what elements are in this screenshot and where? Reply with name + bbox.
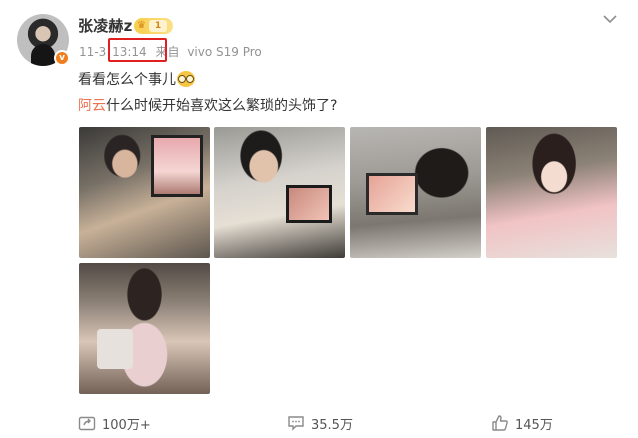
photo-thumbnail-4[interactable] [486, 127, 617, 258]
glasses-emoji-icon [177, 71, 195, 87]
thumbs-up-icon [491, 414, 509, 432]
post-text: 看看怎么个事儿 [78, 72, 176, 88]
crown-icon: ♛ [137, 20, 146, 31]
comment-count: 35.5万 [311, 417, 353, 433]
author-name[interactable]: 张凌赫z [78, 15, 133, 36]
repost-count: 100万+ [102, 417, 151, 433]
post-device: vivo S19 Pro [187, 45, 262, 59]
chevron-down-icon[interactable] [601, 10, 619, 28]
photo-thumbnail-3[interactable] [350, 127, 481, 258]
repost-button[interactable]: 100万+ [78, 412, 151, 434]
post-text-rest: 什么时候开始喜欢这么繁琐的头饰了? [106, 98, 338, 114]
like-button[interactable]: 145万 [491, 412, 553, 434]
time-highlight-box [108, 38, 167, 62]
verified-badge: v [54, 50, 70, 66]
photo-thumbnail-5[interactable] [79, 263, 210, 394]
post-date[interactable]: 11-3 [79, 45, 106, 59]
vip-badge[interactable]: ♛ 1 [134, 18, 173, 34]
post-text-line-2: 阿云什么时候开始喜欢这么繁琐的头饰了? [78, 95, 337, 115]
vip-level: 1 [148, 20, 167, 32]
comment-icon [287, 414, 305, 432]
share-icon [78, 414, 96, 432]
post-text-line-1: 看看怎么个事儿 [78, 69, 195, 89]
comment-button[interactable]: 35.5万 [287, 412, 353, 434]
photo-thumbnail-2[interactable] [214, 127, 345, 258]
like-count: 145万 [515, 417, 553, 433]
photo-thumbnail-1[interactable] [79, 127, 210, 258]
mention-link[interactable]: 阿云 [78, 98, 106, 114]
post-meta: 11-3 13:14 来自 vivo S19 Pro [79, 43, 262, 60]
